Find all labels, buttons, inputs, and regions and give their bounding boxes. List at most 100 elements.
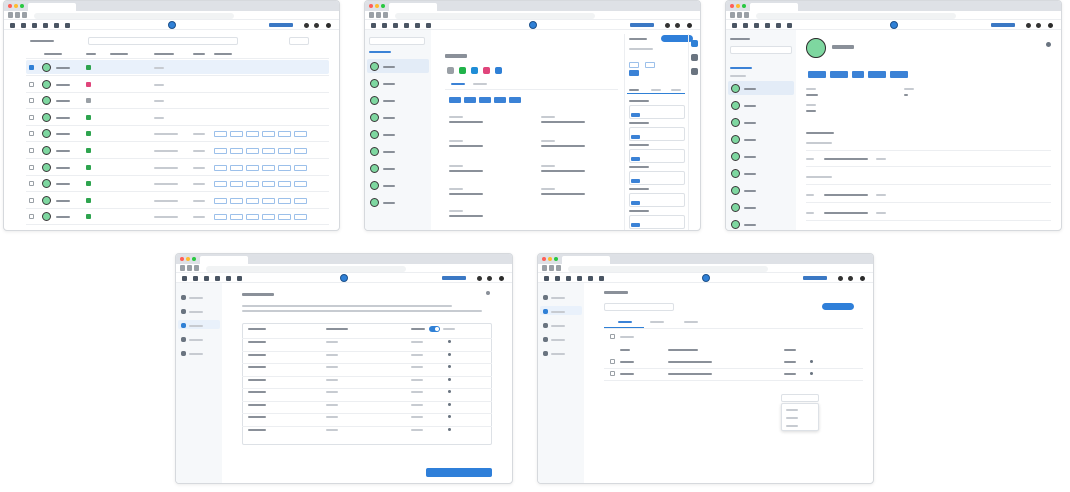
tag-chip[interactable] (246, 148, 259, 154)
customer-name[interactable] (56, 100, 70, 103)
calendar-icon[interactable] (691, 54, 698, 61)
url-field[interactable] (34, 12, 234, 19)
reload-icon[interactable] (383, 12, 388, 18)
add-button[interactable] (289, 37, 309, 45)
link-icon[interactable] (776, 22, 781, 28)
member-name[interactable] (744, 190, 756, 192)
nav-link[interactable] (630, 23, 654, 27)
browser-tab[interactable] (389, 3, 437, 11)
tag-chip[interactable] (262, 181, 275, 188)
minimize-window-icon[interactable] (186, 257, 190, 261)
tag-chip[interactable] (230, 131, 243, 138)
row-checkbox[interactable] (29, 98, 34, 104)
tools-icon[interactable] (743, 22, 748, 28)
forward-icon[interactable] (187, 265, 192, 271)
tag-chip[interactable] (214, 164, 227, 171)
tag-chip[interactable] (262, 164, 275, 171)
browser-tab[interactable] (28, 3, 76, 11)
back-icon[interactable] (369, 12, 374, 18)
nav-label[interactable] (189, 353, 203, 355)
row-checkbox[interactable] (29, 164, 34, 170)
maximize-window-icon[interactable] (554, 257, 558, 261)
mail-icon[interactable] (65, 22, 70, 28)
minimize-window-icon[interactable] (548, 257, 552, 261)
filter-chip[interactable] (629, 62, 639, 68)
nav-label[interactable] (551, 353, 565, 355)
row-checkbox[interactable] (29, 114, 34, 120)
avatar-icon[interactable] (860, 275, 865, 281)
member-name[interactable] (744, 207, 756, 209)
avatar-icon[interactable] (326, 22, 331, 28)
nav-icon[interactable] (543, 323, 548, 328)
add-contact-link[interactable] (369, 51, 391, 53)
close-window-icon[interactable] (730, 4, 734, 8)
tab-basic-info[interactable] (451, 83, 465, 85)
contact-name[interactable] (383, 151, 395, 153)
chevron-down-icon[interactable] (448, 365, 451, 368)
select-all-checkbox[interactable] (610, 334, 615, 339)
row-checkbox[interactable] (29, 131, 34, 137)
chevron-down-icon[interactable] (810, 360, 813, 363)
tag-chip[interactable] (294, 197, 307, 204)
forward-icon[interactable] (737, 12, 742, 18)
group-tag[interactable] (830, 71, 848, 78)
forward-icon[interactable] (549, 265, 554, 271)
tag-chip[interactable] (278, 131, 291, 138)
contact-name[interactable] (383, 168, 395, 170)
reload-icon[interactable] (194, 265, 199, 271)
tag-chip[interactable] (214, 148, 227, 154)
back-icon[interactable] (730, 12, 735, 18)
moon-icon[interactable] (1026, 22, 1031, 28)
chat-icon[interactable] (182, 275, 187, 281)
social-icon[interactable] (459, 67, 466, 74)
minimize-window-icon[interactable] (736, 4, 740, 8)
chat-icon[interactable] (10, 22, 15, 28)
grid-icon[interactable] (43, 22, 48, 28)
tag-chip[interactable] (262, 148, 275, 154)
social-icon[interactable] (483, 67, 490, 74)
bookmark-icon[interactable] (691, 40, 698, 47)
chevron-down-icon[interactable] (448, 377, 451, 381)
role-option[interactable] (786, 417, 798, 419)
group-tag[interactable] (890, 71, 908, 78)
row-checkbox[interactable] (29, 81, 34, 87)
bell-icon[interactable] (675, 22, 680, 28)
url-field[interactable] (206, 265, 406, 272)
member-name[interactable] (744, 122, 756, 124)
customer-name[interactable] (56, 183, 70, 186)
tag-chip[interactable] (214, 181, 227, 188)
add-member-link[interactable] (730, 67, 752, 69)
chevron-down-icon[interactable] (448, 340, 451, 343)
chat-icon[interactable] (544, 275, 549, 281)
tag-chip[interactable] (294, 214, 307, 221)
chevron-down-icon[interactable] (448, 402, 451, 406)
browser-tab[interactable] (562, 256, 610, 264)
customer-name[interactable] (56, 133, 70, 136)
chat-icon[interactable] (371, 22, 376, 28)
bell-icon[interactable] (487, 275, 492, 281)
chevron-down-icon[interactable] (448, 390, 451, 393)
tag-chip[interactable] (278, 197, 291, 204)
url-field[interactable] (756, 12, 956, 19)
tools-icon[interactable] (555, 275, 560, 281)
nav-label[interactable] (551, 297, 565, 299)
tab-members[interactable] (618, 321, 632, 323)
browser-tab[interactable] (200, 256, 248, 264)
tag-chip[interactable] (479, 97, 491, 103)
nav-icon[interactable] (543, 337, 548, 342)
maximize-window-icon[interactable] (742, 4, 746, 8)
nav-link[interactable] (269, 23, 293, 27)
tag-chip[interactable] (262, 131, 275, 138)
user-icon[interactable] (204, 275, 209, 281)
customer-name[interactable] (56, 150, 70, 152)
nav-label[interactable] (189, 339, 203, 341)
close-window-icon[interactable] (8, 4, 12, 8)
contact-name[interactable] (383, 117, 395, 119)
tag-chip[interactable] (246, 164, 259, 171)
nav-icon[interactable] (181, 337, 186, 342)
mail-icon[interactable] (426, 22, 431, 28)
tag-chip[interactable] (494, 97, 506, 103)
nav-icon[interactable] (181, 323, 186, 328)
tag-chip[interactable] (230, 214, 243, 221)
filter-select[interactable] (30, 40, 54, 42)
